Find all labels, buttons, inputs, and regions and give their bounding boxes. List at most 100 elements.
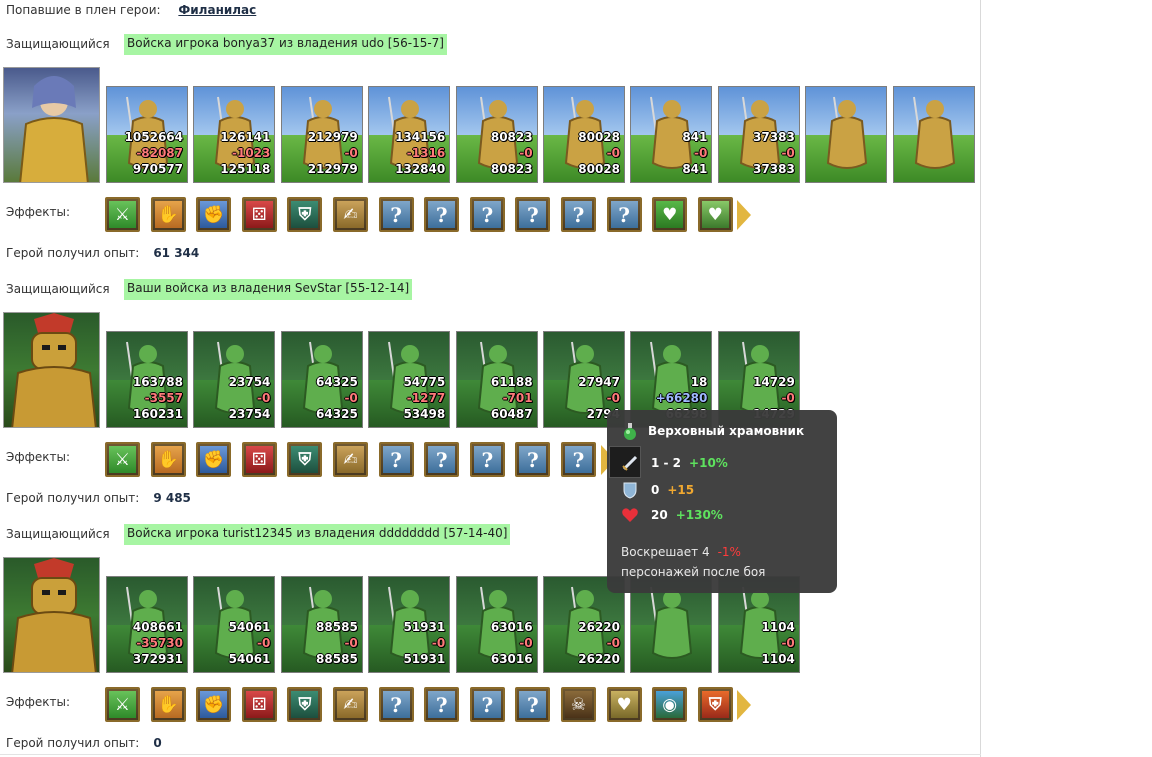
unit-count-end: 26220 bbox=[578, 652, 620, 666]
elf-spearman-icon[interactable]: 88585 -0 88585 bbox=[280, 576, 363, 673]
ice-mage-icon[interactable]: 37383 -0 37383 bbox=[717, 86, 800, 183]
golden-demon-knight-portrait[interactable] bbox=[3, 312, 100, 428]
scroll-handshake-icon[interactable]: ✍ bbox=[333, 687, 368, 722]
tower-icon[interactable] bbox=[805, 86, 888, 183]
unit-count-loss: -0 bbox=[257, 636, 271, 650]
inquisitor-icon[interactable]: 80028 -0 80028 bbox=[543, 86, 625, 183]
sword-icon[interactable]: ⚔ bbox=[105, 197, 140, 232]
winged-griffin-icon[interactable]: 51931 -0 51931 bbox=[368, 576, 451, 673]
question-icon[interactable]: ? bbox=[424, 197, 460, 232]
green-dwarf-icon[interactable]: 163788 -3557 160231 bbox=[106, 331, 188, 428]
tooltip-resurrect-line2: персонажей после боя bbox=[621, 565, 766, 579]
dice-icon[interactable]: ⚄ bbox=[241, 197, 277, 232]
sword-icon[interactable]: ⚔ bbox=[105, 687, 140, 722]
elf-archer-icon[interactable]: 61188 -701 60487 bbox=[455, 331, 538, 428]
swordsman-icon[interactable]: 841 -0 841 bbox=[630, 86, 713, 183]
scroll-handshake-icon[interactable]: ✍ bbox=[333, 442, 368, 477]
heart-sword-icon[interactable]: ♥ bbox=[606, 687, 642, 722]
fist-dice-icon[interactable]: ⚄ bbox=[241, 442, 277, 477]
question-icon[interactable]: ? bbox=[515, 442, 551, 477]
question-icon[interactable]: ? bbox=[424, 442, 460, 477]
golden-cavalier-icon[interactable]: 212979 -0 212979 bbox=[280, 86, 363, 183]
experience-label: Герой получил опыт: bbox=[6, 246, 140, 260]
experience-line: Герой получил опыт: 9 485 bbox=[6, 491, 191, 505]
experience-label: Герой получил опыт: bbox=[6, 491, 140, 505]
question-icon[interactable]: ? bbox=[606, 197, 642, 232]
fire-shield-icon[interactable]: ⛨ bbox=[697, 687, 733, 722]
tooltip-health-value: 20 bbox=[651, 508, 668, 522]
golden-warrior-woman-portrait[interactable] bbox=[3, 67, 100, 183]
tooltip-defense-bonus: +15 bbox=[667, 483, 695, 497]
unit-count-loss: -0 bbox=[344, 636, 358, 650]
unit-count-loss: -0 bbox=[781, 636, 795, 650]
golden-demon-knight-portrait[interactable] bbox=[3, 557, 100, 673]
question-icon[interactable]: ? bbox=[424, 687, 460, 722]
question-icon[interactable]: ? bbox=[378, 197, 414, 232]
question-icon[interactable]: ? bbox=[469, 687, 505, 722]
shield-icon[interactable]: ⛨ bbox=[287, 197, 323, 232]
scroll-handshake-icon[interactable]: ✍ bbox=[333, 197, 368, 232]
globe-shield-icon[interactable]: ◉ bbox=[652, 687, 688, 722]
unit-count-loss: -0 bbox=[519, 636, 533, 650]
green-dwarf-icon[interactable]: 408661 -35730 372931 bbox=[106, 576, 188, 673]
question-icon[interactable]: ? bbox=[378, 442, 414, 477]
unit-count-loss: -0 bbox=[257, 391, 271, 405]
handshake-sword-icon[interactable]: ✋ bbox=[150, 687, 186, 722]
dwarf-crossbowman-icon[interactable]: 1052664 -82087 970577 bbox=[106, 86, 188, 183]
unit-count-start: 1052664 bbox=[124, 130, 183, 144]
skeleton-icon[interactable]: ☠ bbox=[561, 687, 596, 722]
unit-count-end: 970577 bbox=[132, 162, 183, 176]
unit-count-start: 54061 bbox=[228, 620, 271, 634]
unit-count-end: 80028 bbox=[578, 162, 620, 176]
unit-count-start: 408661 bbox=[132, 620, 183, 634]
dice-icon[interactable]: ⚄ bbox=[241, 687, 277, 722]
tower-icon[interactable] bbox=[892, 86, 975, 183]
winged-knight-icon[interactable]: 126141 -1023 125118 bbox=[193, 86, 276, 183]
effects-next-arrow-icon[interactable] bbox=[737, 690, 752, 720]
unit-count-start: 14729 bbox=[753, 375, 795, 389]
elf-archer-icon[interactable]: 63016 -0 63016 bbox=[455, 576, 538, 673]
handshake-sword-icon[interactable]: ✋ bbox=[150, 442, 186, 477]
shield-icon[interactable]: ⛨ bbox=[287, 442, 323, 477]
unit-count-loss: -0 bbox=[606, 391, 620, 405]
unit-count-start: 134156 bbox=[395, 130, 446, 144]
potion-heart-icon[interactable]: ♥ bbox=[697, 197, 733, 232]
effects-label: Эффекты: bbox=[6, 450, 71, 464]
unit-count-loss: -0 bbox=[606, 146, 620, 160]
unit-count-start: 61188 bbox=[490, 375, 533, 389]
captive-hero-link[interactable]: Филанилас bbox=[178, 3, 256, 17]
question-icon[interactable]: ? bbox=[378, 687, 414, 722]
tooltip-title: Верховный храмовник bbox=[648, 424, 805, 438]
question-icon[interactable]: ? bbox=[469, 197, 505, 232]
winged-griffin-icon[interactable]: 54775 -1277 53498 bbox=[368, 331, 451, 428]
unit-count-start: 163788 bbox=[132, 375, 183, 389]
horseshoe-heart-icon[interactable]: ♥ bbox=[652, 197, 688, 232]
question-icon[interactable]: ? bbox=[469, 442, 505, 477]
question-icon[interactable]: ? bbox=[515, 197, 551, 232]
elf-swordsman-icon[interactable]: 54061 -0 54061 bbox=[193, 576, 276, 673]
elf-swordsman-icon[interactable]: 23754 -0 23754 bbox=[193, 331, 276, 428]
unit-count-end: 54061 bbox=[228, 652, 271, 666]
tooltip-attack-row: 1 - 2 +10% bbox=[621, 453, 728, 473]
question-icon[interactable]: ? bbox=[561, 442, 596, 477]
question-icon[interactable]: ? bbox=[515, 687, 551, 722]
hand-strike-icon[interactable]: ✊ bbox=[196, 687, 232, 722]
crossbowman-icon[interactable]: 80823 -0 80823 bbox=[455, 86, 538, 183]
unit-count-start: 841 bbox=[682, 130, 708, 144]
hand-strike-icon[interactable]: ✊ bbox=[196, 197, 232, 232]
griffin-rider-icon[interactable]: 134156 -1316 132840 bbox=[368, 86, 451, 183]
hand-strike-icon[interactable]: ✊ bbox=[196, 442, 232, 477]
elf-spearman-icon[interactable]: 64325 -0 64325 bbox=[280, 331, 363, 428]
defender-label: Защищающийся bbox=[6, 282, 110, 296]
tooltip-resurrect-pct: -1% bbox=[717, 545, 741, 559]
effects-next-arrow-icon[interactable] bbox=[737, 200, 752, 230]
unit-count-end: 88585 bbox=[316, 652, 358, 666]
sword-icon[interactable]: ⚔ bbox=[105, 442, 140, 477]
tooltip-defense-row: 0 +15 bbox=[621, 480, 694, 500]
question-icon[interactable]: ? bbox=[561, 197, 596, 232]
shield-icon[interactable]: ⛨ bbox=[287, 687, 323, 722]
unit-count-end: 64325 bbox=[316, 407, 358, 421]
defender-name: Войска игрока bonya37 из владения udo [5… bbox=[124, 34, 447, 55]
handshake-sword-icon[interactable]: ✋ bbox=[150, 197, 186, 232]
unit-count-end: 841 bbox=[682, 162, 708, 176]
